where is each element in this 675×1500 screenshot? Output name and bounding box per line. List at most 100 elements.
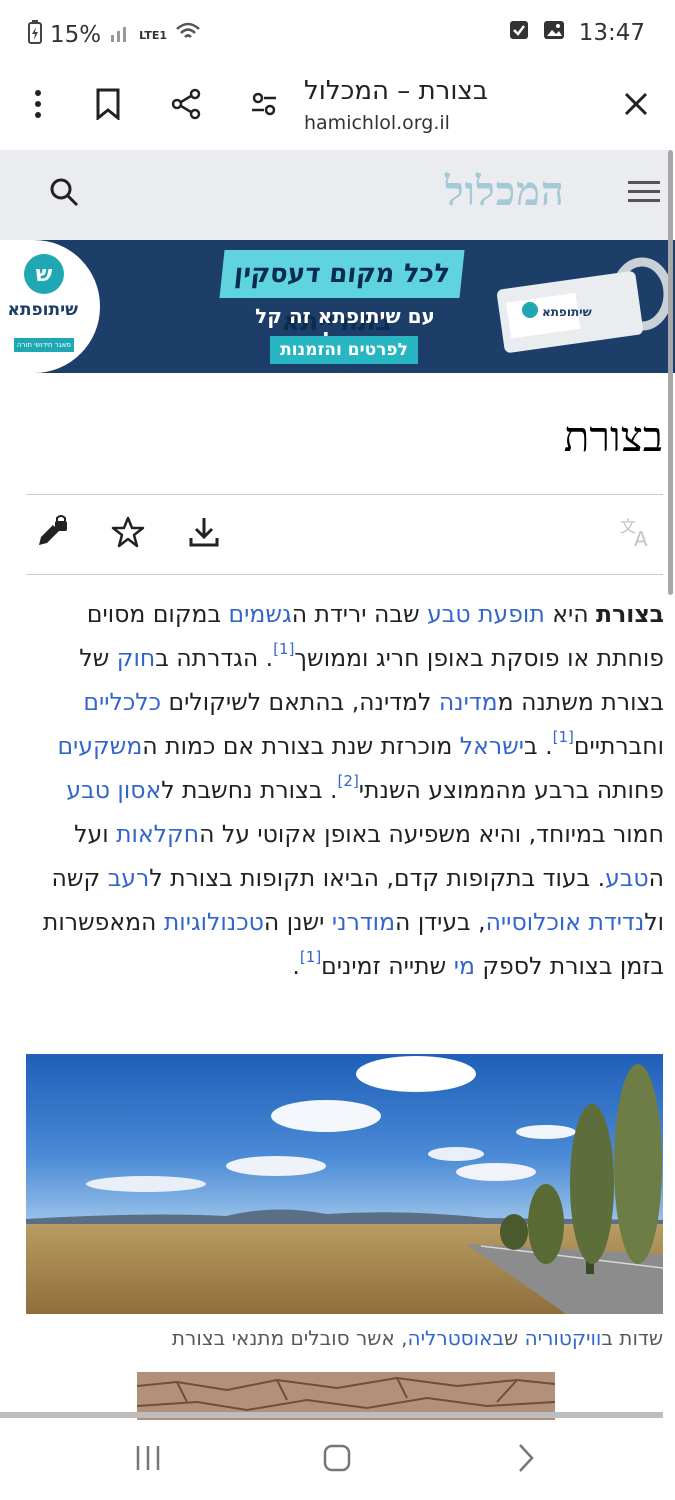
paragraph-text: . ב xyxy=(524,732,553,760)
star-icon xyxy=(111,516,145,552)
page-settings-button[interactable] xyxy=(240,82,288,130)
caption-text: , אשר סובלים מתנאי בצורת xyxy=(171,1326,408,1350)
main-menu-button[interactable] xyxy=(620,170,668,218)
chevron-right-icon xyxy=(516,1443,536,1477)
paragraph-link[interactable]: תופעת טבע xyxy=(427,600,545,628)
horizontal-scrollbar[interactable] xyxy=(0,1412,663,1418)
paragraph-link[interactable]: כלכליים xyxy=(83,688,161,716)
system-nav-bar xyxy=(0,1420,675,1500)
home-icon xyxy=(323,1444,351,1476)
paragraph-text: . xyxy=(292,952,300,980)
translate-icon: 文A xyxy=(620,516,656,552)
paragraph-text: למדינה, בהתאם לשיקולים xyxy=(161,688,439,716)
site-logo[interactable]: המכלול xyxy=(445,168,565,215)
paragraph-link[interactable]: מדינה xyxy=(439,688,498,716)
paragraph-text: ישנן ה xyxy=(263,908,332,936)
caption-text: ש xyxy=(504,1326,525,1350)
paragraph-link[interactable]: ישראל xyxy=(460,732,524,760)
page-actions: 文A xyxy=(0,512,675,560)
svg-text:שיתופתא: שיתופתא xyxy=(542,305,592,319)
search-button[interactable] xyxy=(40,170,88,218)
wifi-icon xyxy=(175,21,201,49)
more-menu-button[interactable] xyxy=(14,82,62,130)
tune-icon xyxy=(250,92,278,120)
reference-link[interactable]: [1] xyxy=(273,640,294,658)
paragraph-link[interactable]: מי xyxy=(454,952,475,980)
banner-headline: לכל מקום דעסקין בתורייתא xyxy=(219,250,465,337)
network-type: LTE1 xyxy=(139,28,167,42)
site-header: המכלול xyxy=(0,150,668,240)
more-icon xyxy=(34,89,42,123)
image-icon xyxy=(543,20,565,46)
share-icon xyxy=(170,88,202,124)
paragraph-link[interactable]: חוק xyxy=(117,644,155,672)
reference-link[interactable]: [1] xyxy=(300,948,321,966)
paragraph-text: . בעוד בתקופות קדם, הביאו תקופות בצורת ל xyxy=(149,864,606,892)
paragraph-link[interactable]: מודרני xyxy=(332,908,395,936)
article-image[interactable] xyxy=(26,1054,663,1314)
home-button[interactable] xyxy=(313,1440,361,1480)
banner-cta[interactable]: לפרטים והזמנות >> xyxy=(270,336,418,373)
paragraph-text: היא xyxy=(544,600,597,628)
check-icon xyxy=(509,20,529,46)
paragraph-link[interactable]: טכנולוגיות xyxy=(164,908,264,936)
landscape-photo xyxy=(26,1054,663,1314)
usb-drive-image: שיתופתא xyxy=(497,257,673,353)
paragraph-link[interactable]: גשמים xyxy=(229,600,292,628)
signal-icon xyxy=(109,21,131,49)
close-tab-button[interactable] xyxy=(612,82,660,130)
paragraph-link[interactable]: אסון טבע xyxy=(66,776,161,804)
paragraph-text: מוכרזת שנת בצורת אם כמות ה xyxy=(142,732,460,760)
tab-url[interactable]: hamichlol.org.il xyxy=(304,112,450,134)
paragraph-link[interactable]: טבע xyxy=(605,864,649,892)
paragraph-text: , בעידן ה xyxy=(395,908,486,936)
caption-link[interactable]: וויקטוריה xyxy=(525,1326,602,1350)
tab-title: בצורת – המכלול xyxy=(304,76,488,106)
caption-text: שדות ב xyxy=(601,1326,663,1350)
close-icon xyxy=(623,91,649,121)
paragraph-link[interactable]: נדידת אוכלוסייה xyxy=(486,908,645,936)
back-button[interactable] xyxy=(502,1440,550,1480)
image-caption: שדות בוויקטוריה שבאוסטרליה, אשר סובלים מ… xyxy=(23,1326,663,1350)
reference-link[interactable]: [1] xyxy=(553,728,574,746)
svg-text:A: A xyxy=(634,527,648,548)
banner-brand-panel: ש שיתופתא מאגר חידושי תורה xyxy=(0,240,100,373)
banner-brand: שיתופתא xyxy=(7,300,78,320)
title-divider xyxy=(26,494,663,495)
paragraph-text: חמור במיוחד, והיא משפיעה באופן אקוטי על … xyxy=(199,820,664,848)
paragraph-text: . בצורת נחשבת ל xyxy=(161,776,338,804)
article-lead-paragraph: בצורת היא תופעת טבע שבה ירידת הגשמים במק… xyxy=(26,592,664,988)
paragraph-text: וחברתיים xyxy=(573,732,664,760)
bold-term: בצורת xyxy=(596,600,664,628)
recents-icon xyxy=(134,1444,162,1476)
language-button[interactable]: 文A xyxy=(616,512,660,556)
clock: 13:47 xyxy=(578,20,645,46)
search-icon xyxy=(49,177,79,211)
paragraph-text: שתייה זמינים xyxy=(321,952,454,980)
caption-link[interactable]: באוסטרליה xyxy=(408,1326,505,1350)
watch-button[interactable] xyxy=(106,512,150,556)
actions-divider xyxy=(26,574,663,575)
custom-tab-toolbar: בצורת – המכלול hamichlol.org.il xyxy=(0,68,675,150)
battery-icon xyxy=(28,20,42,50)
banner-brand-sub: מאגר חידושי תורה xyxy=(14,338,74,352)
share-button[interactable] xyxy=(162,82,210,130)
status-bar: 15% LTE1 13:47 xyxy=(0,0,675,68)
battery-level: 15% xyxy=(50,22,102,48)
download-icon xyxy=(188,516,220,552)
lock-edit-icon xyxy=(35,515,69,553)
download-button[interactable] xyxy=(182,512,226,556)
paragraph-text: שבה ירידת ה xyxy=(291,600,428,628)
brand-logo-icon: ש xyxy=(24,254,64,294)
status-right: 13:47 xyxy=(509,20,645,46)
paragraph-link[interactable]: רעב xyxy=(108,864,150,892)
vertical-scrollbar[interactable] xyxy=(668,150,673,595)
paragraph-link[interactable]: חקלאות xyxy=(116,820,199,848)
reference-link[interactable]: [2] xyxy=(338,772,359,790)
status-left: 15% LTE1 xyxy=(28,20,201,50)
edit-locked-button[interactable] xyxy=(30,512,74,556)
recents-button[interactable] xyxy=(124,1440,172,1480)
advertisement-banner[interactable]: ש שיתופתא מאגר חידושי תורה לכל מקום דעסק… xyxy=(0,240,675,373)
bookmark-button[interactable] xyxy=(84,82,132,130)
paragraph-link[interactable]: משקעים xyxy=(57,732,142,760)
